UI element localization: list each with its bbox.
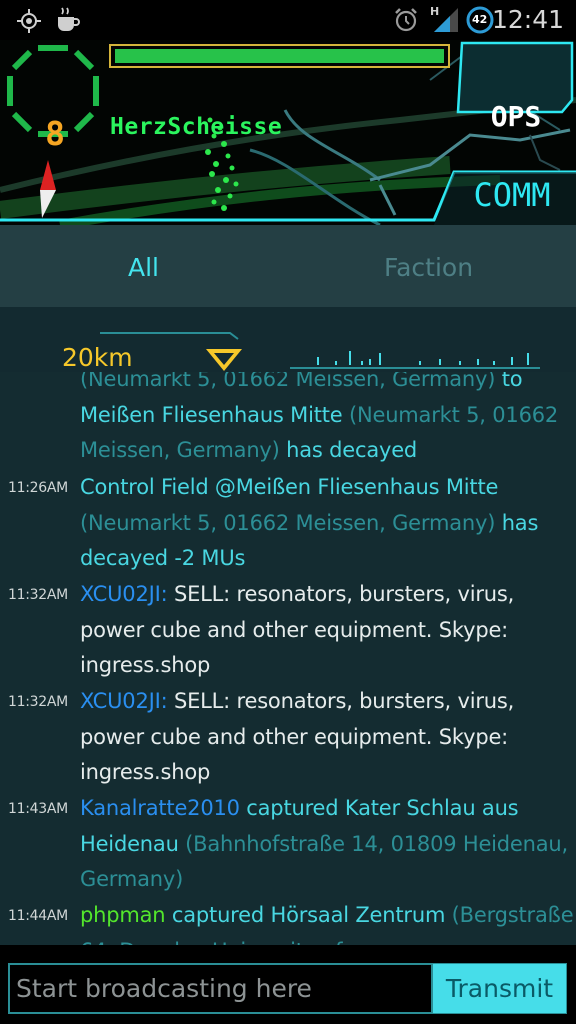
- feed-timestamp: 11:26AM: [8, 480, 68, 496]
- feed-entry: 11:32AM XCU02JI: SELL: resonators, burste…: [0, 577, 576, 684]
- range-selector[interactable]: 20km: [0, 307, 576, 372]
- agent-name-link[interactable]: phpman: [80, 903, 172, 927]
- battery-level: 42: [472, 13, 488, 26]
- feed-timestamp: 11:44AM: [8, 908, 68, 924]
- alarm-icon: [395, 8, 417, 32]
- system-text: has decayed: [286, 438, 418, 463]
- feed-message: XCU02JI: SELL: resonators, bursters, vir…: [80, 684, 576, 791]
- system-text: captured: [246, 796, 345, 820]
- feed-entry: (Neumarkt 5, 01662 Meissen, Germany) to …: [0, 372, 576, 469]
- portal-link[interactable]: Control Field @Meißen Fliesenhaus Mitte: [80, 475, 498, 499]
- comm-tab-button[interactable]: COMM: [448, 176, 576, 214]
- portal-address: (Neumarkt 5, 01662 Meissen, Germany): [80, 510, 502, 535]
- comm-feed[interactable]: (Neumarkt 5, 01662 Meissen, Germany) to …: [0, 372, 576, 945]
- ops-button[interactable]: OPS: [462, 100, 570, 133]
- signal-icon: H: [430, 5, 458, 32]
- clock: 12:41: [491, 5, 564, 34]
- feed-message: Kanalratte2010 captured Kater Schlau aus…: [80, 791, 576, 898]
- range-value: 20km: [62, 343, 133, 372]
- channel-tabs: All Faction: [0, 225, 576, 307]
- agent-name-link[interactable]: Kanalratte2010: [80, 796, 246, 820]
- portal-address: (Neumarkt 5, 01662 Meissen, Germany): [80, 372, 502, 391]
- gps-icon: [17, 9, 41, 33]
- feed-entry: 11:26AM Control Field @Meißen Fliesenhaus…: [0, 470, 576, 577]
- broadcast-input[interactable]: [8, 963, 433, 1014]
- agent-level: 8: [45, 114, 65, 153]
- feed-entry: 11:32AM XCU02JI: SELL: resonators, burste…: [0, 684, 576, 791]
- feed-entry: 11:44AM phpman captured Hörsaal Zentrum (…: [0, 898, 576, 945]
- agent-name-link[interactable]: XCU02JI:: [80, 582, 174, 606]
- transmit-button[interactable]: Transmit: [432, 963, 567, 1014]
- feed-message: phpman captured Hörsaal Zentrum (Bergstr…: [80, 898, 576, 945]
- feed-message: XCU02JI: SELL: resonators, bursters, vir…: [80, 577, 576, 684]
- system-text: captured: [171, 903, 271, 927]
- xm-bar-fill: [115, 49, 444, 63]
- system-text: to: [501, 372, 523, 391]
- tab-all[interactable]: All: [128, 253, 159, 282]
- portal-link[interactable]: Meißen Fliesenhaus Mitte: [80, 403, 349, 427]
- network-type-label: H: [430, 5, 439, 18]
- feed-timestamp: 11:32AM: [8, 694, 68, 710]
- feed-entry: 11:43AM Kanalratte2010 captured Kater Sch…: [0, 791, 576, 898]
- tab-faction[interactable]: Faction: [384, 253, 473, 282]
- agent-name: HerzScheisse: [110, 114, 283, 140]
- map-view[interactable]: 8 HerzScheisse OPS COMM: [0, 40, 576, 225]
- feed-message: (Neumarkt 5, 01662 Meissen, Germany) to …: [80, 372, 576, 469]
- agent-name-link[interactable]: XCU02JI:: [80, 689, 174, 713]
- coffee-icon: [58, 7, 80, 31]
- portal-link[interactable]: Hörsaal Zentrum: [270, 903, 451, 927]
- broadcast-bar: Transmit: [0, 945, 576, 1024]
- status-bar: H 42 12:41: [0, 0, 576, 40]
- feed-message: Control Field @Meißen Fliesenhaus Mitte …: [80, 470, 576, 577]
- feed-timestamp: 11:43AM: [8, 801, 68, 817]
- feed-timestamp: 11:32AM: [8, 587, 68, 603]
